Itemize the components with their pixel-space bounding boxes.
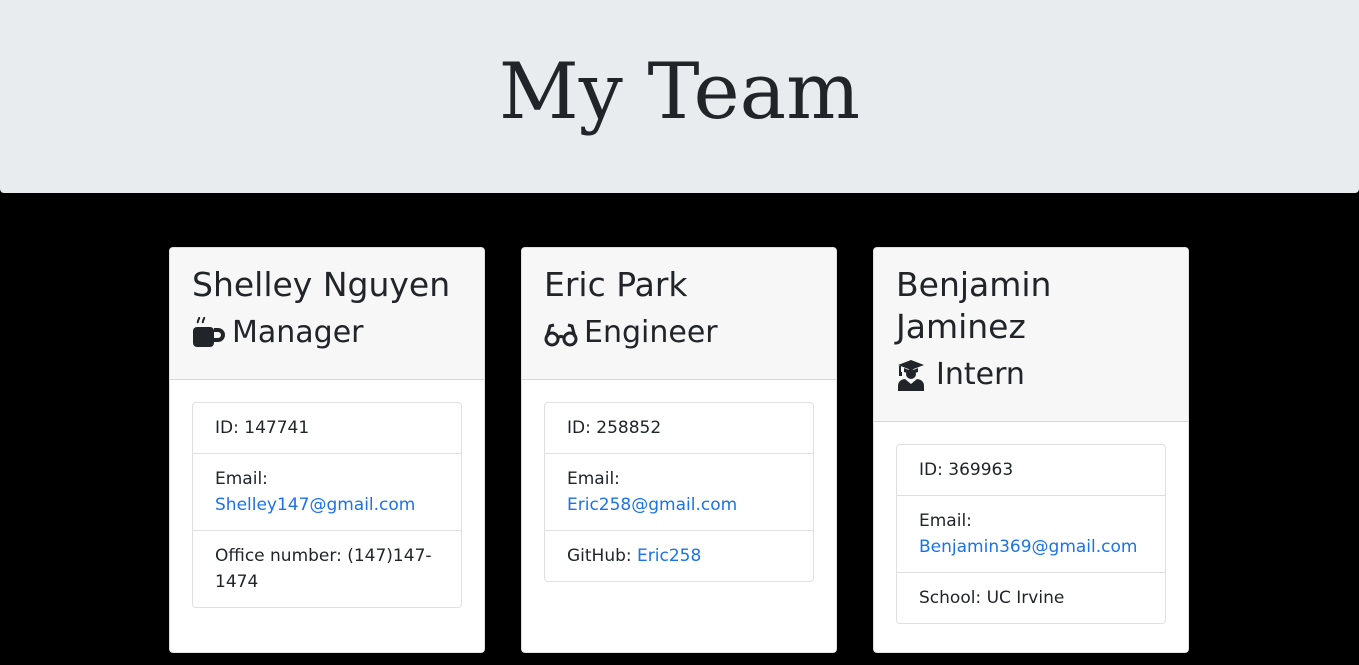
id-item: ID: 369963 bbox=[897, 445, 1165, 496]
school-label: School: bbox=[919, 588, 982, 608]
card-body: ID: 258852 Email: Eric258@gmail.com GitH… bbox=[522, 380, 836, 604]
employee-name: Benjamin Jaminez bbox=[896, 265, 1052, 346]
id-label: ID: bbox=[567, 418, 591, 438]
github-item: GitHub: Eric258 bbox=[545, 531, 813, 581]
email-label: Email: bbox=[215, 469, 268, 489]
employee-role: Manager bbox=[192, 313, 462, 353]
role-label: Intern bbox=[936, 357, 1025, 392]
office-number-label: Office number: bbox=[215, 546, 342, 566]
github-label: GitHub: bbox=[567, 546, 632, 566]
employee-name: Shelley Nguyen bbox=[192, 265, 451, 304]
employee-role: Intern bbox=[896, 355, 1166, 395]
id-item: ID: 147741 bbox=[193, 403, 461, 454]
employee-card-engineer: Eric Park Engineer ID: 258852 Email: Eri… bbox=[521, 247, 837, 653]
card-header: Eric Park Engineer bbox=[522, 248, 836, 380]
email-link[interactable]: Shelley147@gmail.com bbox=[215, 495, 415, 515]
id-value: 147741 bbox=[244, 418, 310, 438]
id-value: 258852 bbox=[596, 418, 662, 438]
employee-card-manager: Shelley Nguyen Manager ID: 147741 Email:… bbox=[169, 247, 485, 653]
employee-role: Engineer bbox=[544, 313, 814, 353]
role-label: Manager bbox=[232, 315, 364, 350]
office-number-item: Office number: (147)147-1474 bbox=[193, 531, 461, 607]
graduate-icon bbox=[896, 359, 930, 391]
id-label: ID: bbox=[919, 460, 943, 480]
card-header: Benjamin Jaminez Intern bbox=[874, 248, 1188, 422]
card-body: ID: 369963 Email: Benjamin369@gmail.com S… bbox=[874, 422, 1188, 646]
school-value: UC Irvine bbox=[986, 588, 1065, 608]
school-item: School: UC Irvine bbox=[897, 573, 1165, 623]
id-label: ID: bbox=[215, 418, 239, 438]
employee-card-intern: Benjamin Jaminez Intern ID: 369963 Email… bbox=[873, 247, 1189, 653]
id-value: 369963 bbox=[948, 460, 1014, 480]
details-list: ID: 369963 Email: Benjamin369@gmail.com S… bbox=[896, 444, 1166, 624]
page-title: My Team bbox=[498, 46, 861, 137]
email-item: Email: Shelley147@gmail.com bbox=[193, 454, 461, 531]
id-item: ID: 258852 bbox=[545, 403, 813, 454]
details-list: ID: 147741 Email: Shelley147@gmail.com Of… bbox=[192, 402, 462, 608]
card-header: Shelley Nguyen Manager bbox=[170, 248, 484, 380]
header-jumbotron: My Team bbox=[0, 0, 1359, 193]
mug-icon bbox=[192, 317, 226, 349]
email-label: Email: bbox=[919, 511, 972, 531]
employee-name: Eric Park bbox=[544, 265, 688, 304]
glasses-icon bbox=[544, 317, 578, 349]
email-item: Email: Benjamin369@gmail.com bbox=[897, 496, 1165, 573]
email-link[interactable]: Eric258@gmail.com bbox=[567, 495, 737, 515]
github-link[interactable]: Eric258 bbox=[637, 546, 701, 566]
email-link[interactable]: Benjamin369@gmail.com bbox=[919, 537, 1137, 557]
email-item: Email: Eric258@gmail.com bbox=[545, 454, 813, 531]
details-list: ID: 258852 Email: Eric258@gmail.com GitH… bbox=[544, 402, 814, 582]
card-body: ID: 147741 Email: Shelley147@gmail.com Of… bbox=[170, 380, 484, 630]
role-label: Engineer bbox=[584, 315, 718, 350]
email-label: Email: bbox=[567, 469, 620, 489]
